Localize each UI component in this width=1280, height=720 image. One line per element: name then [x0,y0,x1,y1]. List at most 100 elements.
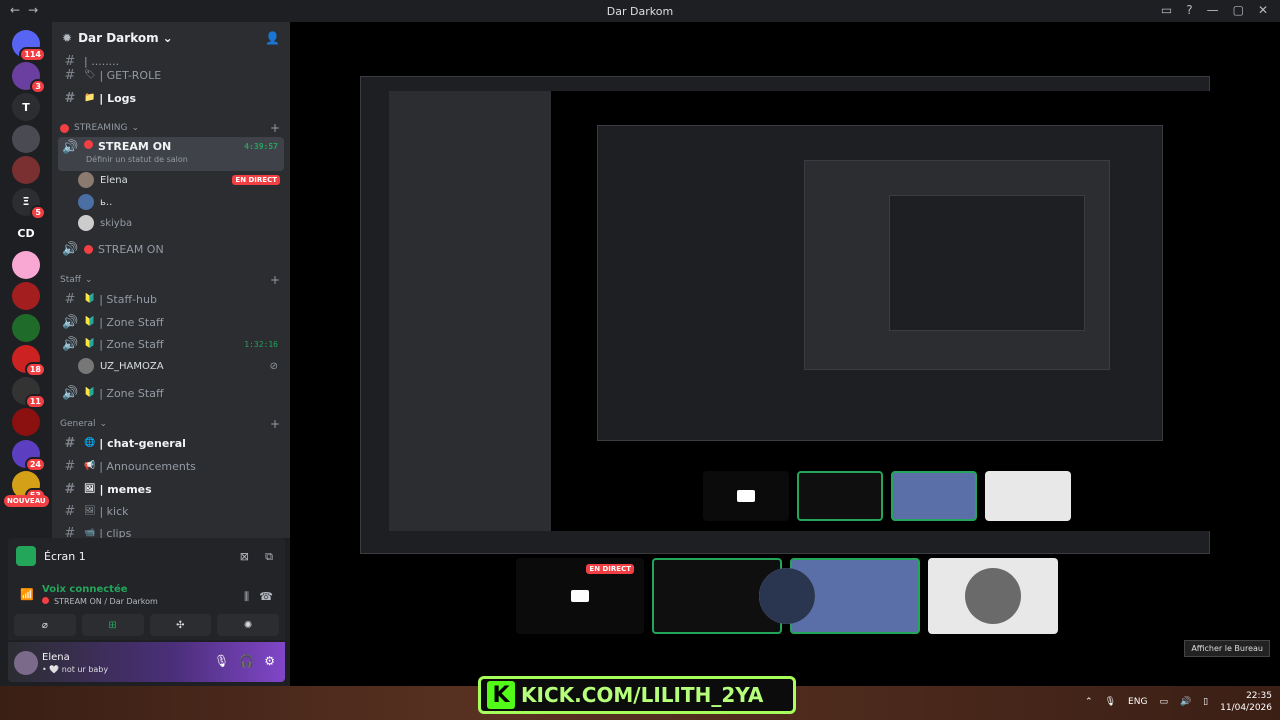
channel-label: STREAM ON [98,242,164,256]
noise-suppression-icon[interactable]: ⫼ [244,590,249,604]
image-icon: 🖼 [84,484,96,494]
voice-channel-zone-staff-1[interactable]: 🔊 🔰 | Zone Staff [58,311,284,333]
voice-channel-stream-on[interactable]: 🔊 STREAM ON 4:39:57 Définir un statut de … [58,137,284,171]
red-dot-icon [84,140,93,149]
server-icon[interactable] [12,313,40,342]
signal-icon: 📶 [20,588,34,601]
disconnect-icon[interactable]: ☎ [259,590,273,603]
category-streaming[interactable]: STREAMING ⌄ + [60,120,284,136]
nested-window-4 [889,195,1085,331]
share-screen-button[interactable]: ⊞ [81,614,144,636]
server-header[interactable]: ✹ Dar Darkom ⌄ 👤 [52,22,290,54]
voice-connected[interactable]: Voix connectée [42,584,128,595]
megaphone-icon: 📢 [84,461,96,471]
voice-member[interactable]: ь.. [78,192,284,212]
maximize-icon[interactable]: ▢ [1233,3,1244,17]
server-icon[interactable] [12,124,40,153]
shield-icon: 🔰 [84,339,96,349]
volume-icon[interactable]: 🔊 [1180,697,1191,707]
avatar [78,358,94,374]
speaker-icon: 🔊 [62,385,79,401]
server-name: Dar Darkom [78,31,159,45]
nested-window-3 [804,160,1110,370]
voice-channel-zone-staff-3[interactable]: 🔊 🔰 | Zone Staff [58,382,284,404]
popout-icon[interactable]: ⧉ [265,550,273,564]
server-icon[interactable]: 18 [12,345,46,377]
inbox-icon[interactable]: ▭ [1161,3,1172,17]
server-icon[interactable] [12,408,40,436]
language-indicator[interactable]: ENG [1128,697,1147,707]
channel-staff-hub[interactable]: # 🔰 | Staff-hub [58,288,284,310]
server-icon[interactable] [12,250,40,279]
stop-share-icon[interactable]: ⊠ [240,550,249,563]
channel-kick[interactable]: # 🖼 | kick [58,500,284,522]
live-badge: EN DIRECT [232,175,280,185]
server-icon[interactable]: 114 [12,30,46,62]
server-icon[interactable]: T [12,93,40,121]
red-dot-icon [42,597,49,604]
network-icon[interactable]: ▭ [1159,697,1168,707]
channel-get-role[interactable]: # 🏷 | GET-ROLE [58,64,284,86]
server-icon[interactable]: CD [12,219,40,247]
server-icon[interactable]: 24 [12,439,46,472]
window-controls[interactable]: ▭ ? — ▢ ✕ [1161,3,1268,17]
screen-share-item[interactable]: Écran 1 [16,546,86,566]
shield-icon: 🔰 [84,294,96,304]
nested-screen-tile[interactable] [703,471,789,521]
channel-logs[interactable]: # 📁 | Logs [58,87,284,109]
help-icon[interactable]: ? [1186,3,1192,17]
battery-icon[interactable]: ▯ [1203,697,1208,707]
server-icon: ✹ [62,31,73,45]
add-channel-icon[interactable]: + [270,273,280,287]
headphones-icon[interactable]: 🎧 [239,654,254,668]
tag-icon: 🏷 [84,70,96,80]
clock[interactable]: 22:35 11/04/2026 [1220,690,1272,714]
nested-participant-tile[interactable] [891,471,977,521]
add-channel-icon[interactable]: + [270,417,280,431]
speaker-icon: 🔊 [62,336,79,352]
screen-share-tile[interactable]: EN DIRECT [516,558,644,634]
add-member-icon[interactable]: 👤 [265,31,280,45]
activities-button[interactable]: ✣ [149,614,212,636]
nested-window-2 [597,125,1163,441]
user-status[interactable]: • 🤍 not ur baby [42,665,108,674]
add-channel-icon[interactable]: + [270,121,280,135]
screen-icon [737,490,755,502]
server-icon[interactable] [12,282,40,310]
microphone-icon[interactable]: 🎙 [1105,697,1116,707]
participant-tile-3[interactable] [928,558,1058,634]
category-staff[interactable]: Staff ⌄ + [60,272,284,288]
nested-participant-tile[interactable] [797,471,883,521]
voice-member[interactable]: UZ_HAMOZA ⊘ [78,356,284,376]
channel-chat-general[interactable]: # 🌐 | chat-general [58,432,284,454]
server-icon[interactable]: 3 [12,61,46,94]
camera-off-button[interactable]: ⌀ [14,614,76,636]
user-name[interactable]: Elena [42,652,70,663]
voice-member[interactable]: skiyba [78,213,284,233]
chevron-down-icon: ⌄ [84,275,93,285]
server-icon[interactable]: Ξ5 [12,187,46,220]
channel-label: | Zone Staff [99,315,164,329]
chevron-up-icon[interactable]: ⌃ [1085,697,1093,707]
channel-memes[interactable]: # 🖼 | memes [58,478,284,500]
call-timer: 1:32:16 [244,339,278,349]
settings-gear-icon[interactable]: ⚙ [264,654,275,668]
category-general[interactable]: General ⌄ + [60,416,284,432]
voice-channel-stream-on-2[interactable]: 🔊 STREAM ON [58,238,284,260]
avatar[interactable] [14,651,38,675]
participant-tile-2[interactable] [759,558,920,634]
voice-location[interactable]: STREAM ON / Dar Darkom [42,597,158,606]
server-icon[interactable]: 11 [12,376,46,409]
minimize-icon[interactable]: — [1207,3,1219,17]
voice-member[interactable]: Elena EN DIRECT [78,170,284,190]
channel-announcements[interactable]: # 📢 | Announcements [58,455,284,477]
nested-participant-tile[interactable] [985,471,1071,521]
voice-channel-zone-staff-2[interactable]: 🔊 🔰 | Zone Staff 1:32:16 [58,333,284,355]
soundboard-button[interactable]: ✺ [217,614,279,636]
channel-clips[interactable]: # 📹 | clips [58,522,284,539]
microphone-icon[interactable]: 🎙 [214,654,229,668]
close-icon[interactable]: ✕ [1258,3,1268,17]
status-hint[interactable]: Définir un statut de salon [86,155,188,164]
live-badge: EN DIRECT [586,564,634,574]
server-icon[interactable] [12,156,40,184]
